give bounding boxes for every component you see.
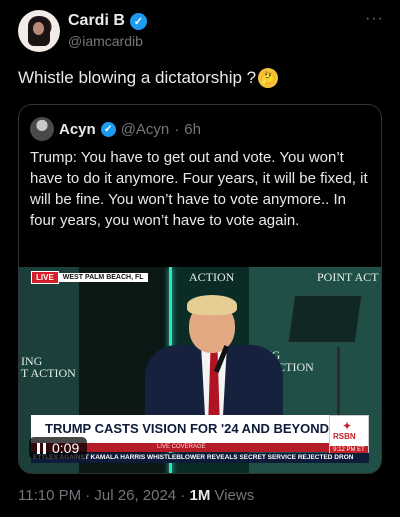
author-avatar[interactable] (18, 10, 60, 52)
quoted-tweet-age[interactable]: 6h (184, 121, 201, 138)
quoted-tweet[interactable]: Acyn ✓ @Acyn · 6h Trump: You have to get… (18, 104, 382, 474)
elapsed-time: 0:09 (52, 440, 80, 456)
views-label: Views (210, 487, 255, 504)
lower-third-headline: TRUMP CASTS VISION FOR '24 AND BEYOND (45, 421, 330, 436)
tweet-text: Whistle blowing a dictatorship ? 🤔 (18, 68, 279, 88)
tweet-timestamp[interactable]: 11:10 PM · Jul 26, 2024 · (18, 487, 189, 504)
pause-icon[interactable] (37, 442, 46, 454)
tweet-footer: 11:10 PM · Jul 26, 2024 · 1M Views (18, 487, 254, 504)
quoted-verified-badge-icon: ✓ (100, 121, 116, 137)
network-logo: ✦ RSBN 9:12 PM ET (329, 415, 369, 455)
author-handle[interactable]: @iamcardib (68, 33, 143, 49)
author-name-row[interactable]: Cardi B ✓ (68, 12, 147, 30)
quoted-tweet-header: Acyn ✓ @Acyn · 6h (30, 117, 201, 141)
backdrop-text-left: ING T ACTION (21, 354, 76, 380)
more-options-icon[interactable]: ··· (365, 10, 384, 28)
stage-screen (287, 295, 363, 343)
tweet-header: Cardi B ✓ @iamcardib ··· (18, 8, 388, 56)
author-name[interactable]: Cardi B (68, 12, 125, 30)
tweet-text-content: Whistle blowing a dictatorship ? (18, 68, 257, 87)
network-name: RSBN (333, 432, 356, 441)
speaker-hair (187, 295, 237, 315)
live-badge: LIVE (31, 271, 59, 284)
location-label: WEST PALM BEACH, FL (58, 273, 148, 282)
avatar-face (33, 22, 44, 35)
quoted-author-handle[interactable]: @Acyn (121, 121, 170, 138)
quoted-author-name[interactable]: Acyn (59, 121, 96, 138)
thinking-face-emoji-icon: 🤔 (258, 68, 279, 88)
backdrop-text-top-right: POINT ACT (317, 270, 379, 284)
verified-badge-icon: ✓ (129, 12, 147, 30)
quoted-separator: · (174, 120, 180, 138)
playback-control[interactable]: 0:09 (29, 437, 88, 459)
live-bug: LIVE WEST PALM BEACH, FL (31, 271, 148, 284)
quoted-author-avatar[interactable] (30, 117, 54, 141)
eagle-icon: ✦ (342, 419, 353, 433)
backdrop-text-top: ACTION (189, 270, 235, 284)
video-player[interactable]: ACTION POINT ACT ING T ACTION ING T ACTI… (19, 267, 381, 473)
coverage-label: LIVE COVERAGE (157, 444, 206, 450)
quoted-tweet-text: Trump: You have to get out and vote. You… (30, 149, 368, 229)
views-count[interactable]: 1M (189, 487, 210, 504)
